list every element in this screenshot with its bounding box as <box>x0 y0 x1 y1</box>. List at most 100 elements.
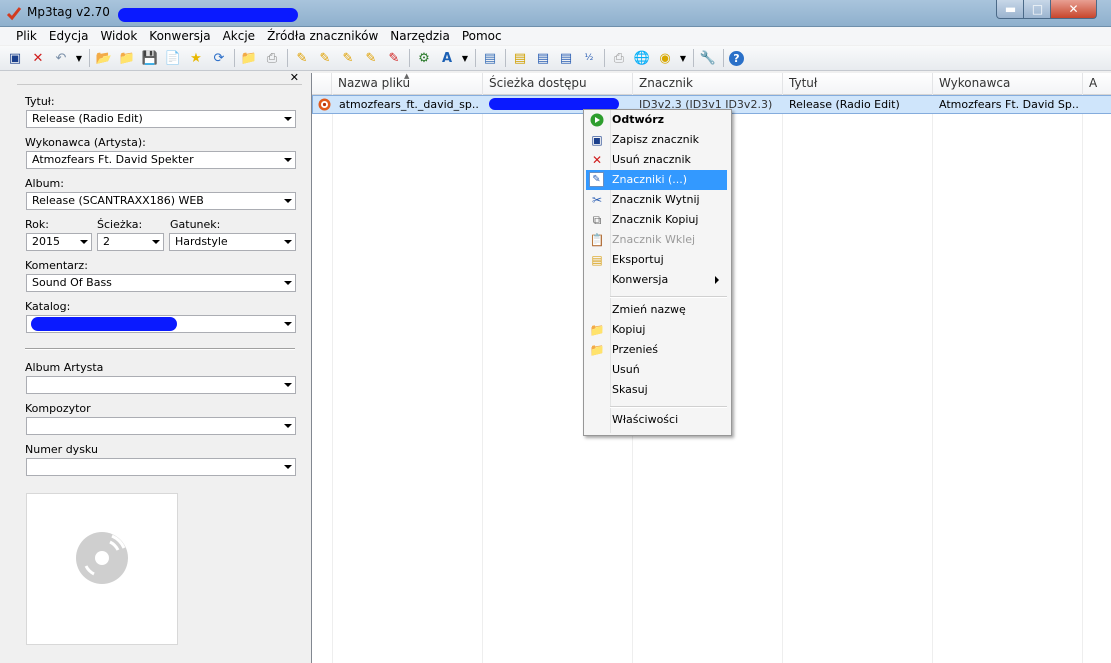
filelist2-icon[interactable]: ▤ <box>557 49 575 67</box>
filelist-icon[interactable]: ▤ <box>534 49 552 67</box>
menu-item-cancel[interactable]: Skasuj <box>586 380 727 400</box>
dropdown-arrow-icon[interactable]: ▼ <box>461 49 469 67</box>
print-icon[interactable]: ⎙ <box>263 49 281 67</box>
disc-number-field[interactable] <box>26 458 296 476</box>
comment-field[interactable]: Sound Of Bass <box>26 274 296 292</box>
genre-value: Hardstyle <box>175 235 228 248</box>
menu-item-play[interactable]: Odtwórz <box>586 110 727 130</box>
menu-file[interactable]: Plik <box>0 29 43 43</box>
dropdown-arrow-icon[interactable]: ▼ <box>75 49 83 67</box>
export-file-icon[interactable]: ▤ <box>511 49 529 67</box>
close-icon[interactable]: ✕ <box>290 71 299 84</box>
menu-edit[interactable]: Edycja <box>43 29 95 43</box>
menu-item-move[interactable]: 📁 Przenieś <box>586 340 727 360</box>
menu-item-convert[interactable]: Konwersja <box>586 270 727 290</box>
chevron-down-icon[interactable] <box>284 322 292 326</box>
close-button[interactable]: ✕ <box>1050 0 1097 19</box>
chevron-down-icon[interactable] <box>284 240 292 244</box>
column-artist[interactable]: Wykonawca <box>933 73 1083 94</box>
menu-item-label: Znacznik Kopiuj <box>612 213 699 226</box>
grid-line <box>332 94 333 663</box>
menu-actions[interactable]: Akcje <box>217 29 261 43</box>
dropdown-arrow-icon[interactable]: ▼ <box>679 49 687 67</box>
chevron-down-icon[interactable] <box>284 465 292 469</box>
extended-tags-icon[interactable]: ▤ <box>481 49 499 67</box>
column-filename[interactable] <box>312 73 332 94</box>
artist-field[interactable]: Atmozfears Ft. David Spekter <box>26 151 296 169</box>
column-title[interactable]: Tytuł <box>783 73 933 94</box>
tag-filename-icon[interactable]: ✎ <box>293 49 311 67</box>
menu-item-remove-tag[interactable]: ✕ Usuń znacznik <box>586 150 727 170</box>
save-icon[interactable]: ▣ <box>6 49 24 67</box>
menu-item-properties[interactable]: Właściwości <box>586 410 727 430</box>
menu-help[interactable]: Pomoc <box>456 29 508 43</box>
options-wrench-icon[interactable]: 🔧 <box>699 49 717 67</box>
year-field[interactable]: 2015 <box>26 233 92 251</box>
menu-view[interactable]: Widok <box>94 29 143 43</box>
favorite-icon[interactable]: ★ <box>187 49 205 67</box>
menu-item-copy-tag[interactable]: ⧉ Znacznik Kopiuj <box>586 210 727 230</box>
chevron-down-icon[interactable] <box>284 158 292 162</box>
menu-item-delete[interactable]: Usuń <box>586 360 727 380</box>
case-conversion-icon[interactable]: A <box>438 49 456 67</box>
add-directory-icon[interactable]: 📁 <box>118 49 136 67</box>
menu-item-copy[interactable]: 📁 Kopiuj <box>586 320 727 340</box>
album-field[interactable]: Release (SCANTRAXX186) WEB <box>26 192 296 210</box>
toolbar-separator <box>234 49 235 67</box>
chevron-down-icon[interactable] <box>284 281 292 285</box>
filename-tag-icon[interactable]: ✎ <box>316 49 334 67</box>
year-value: 2015 <box>32 235 60 248</box>
redacted-title-text <box>118 8 298 22</box>
chevron-down-icon[interactable] <box>80 240 88 244</box>
menu-tag-sources[interactable]: Źródła znaczników <box>261 29 384 43</box>
copy-folder-icon[interactable]: 📁 <box>240 49 258 67</box>
playlist-icon[interactable]: 📄 <box>164 49 182 67</box>
menu-item-rename[interactable]: Zmień nazwę <box>586 300 727 320</box>
menu-item-export[interactable]: ▤ Eksportuj <box>586 250 727 270</box>
menu-item-label: Zmień nazwę <box>612 303 686 316</box>
menu-item-label: Kopiuj <box>612 323 646 336</box>
maximize-button[interactable]: □ <box>1023 0 1052 19</box>
text-file-tag-icon[interactable]: ✎ <box>362 49 380 67</box>
actions-icon[interactable]: ⚙ <box>415 49 433 67</box>
chevron-down-icon[interactable] <box>284 117 292 121</box>
menu-item-cut-tag[interactable]: ✂ Znacznik Wytnij <box>586 190 727 210</box>
filename-filename-icon[interactable]: ✎ <box>339 49 357 67</box>
track-field[interactable]: 2 <box>97 233 164 251</box>
help-icon[interactable]: ? <box>729 50 744 66</box>
chevron-down-icon[interactable] <box>152 240 160 244</box>
redacted-catalog-value <box>31 317 177 331</box>
minimize-button[interactable]: ▬ <box>996 0 1025 19</box>
change-directory-icon[interactable]: 📂 <box>95 49 113 67</box>
title-label: Tytuł: <box>25 95 55 108</box>
row-filename: atmozfears_ft._david_sp... <box>339 98 479 111</box>
pane-splitter[interactable] <box>302 73 311 663</box>
column-tag[interactable]: Znacznik <box>633 73 783 94</box>
number-icon[interactable]: ½ <box>580 49 598 67</box>
toolbar-separator <box>287 49 288 67</box>
tag-tag-icon[interactable]: ✎ <box>385 49 403 67</box>
web-source-icon[interactable]: 🌐 <box>633 49 651 67</box>
column-path[interactable]: Ścieżka dostępu <box>483 73 633 94</box>
toolbar: ▣ ✕ ↶ ▼ 📂 📁 💾 📄 ★ ⟳ 📁 ⎙ ✎ ✎ ✎ ✎ ✎ ⚙ A ▼ … <box>0 46 1111 71</box>
remove-tag-icon[interactable]: ✕ <box>29 49 47 67</box>
menu-tools[interactable]: Narzędzia <box>384 29 456 43</box>
chevron-down-icon[interactable] <box>284 199 292 203</box>
freedb-icon[interactable]: ◉ <box>656 49 674 67</box>
toolbar-separator <box>475 49 476 67</box>
export-icon[interactable]: 💾 <box>141 49 159 67</box>
menu-item-save-tag[interactable]: ▣ Zapisz znacznik <box>586 130 727 150</box>
composer-field[interactable] <box>26 417 296 435</box>
column-album[interactable]: A <box>1083 73 1111 94</box>
title-field[interactable]: Release (Radio Edit) <box>26 110 296 128</box>
cover-art-area[interactable] <box>26 493 178 645</box>
menu-convert[interactable]: Konwersja <box>143 29 216 43</box>
undo-icon[interactable]: ↶ <box>52 49 70 67</box>
refresh-icon[interactable]: ⟳ <box>210 49 228 67</box>
menu-item-tags[interactable]: ✎ Znaczniki (...) <box>586 170 727 190</box>
album-artist-field[interactable] <box>26 376 296 394</box>
chevron-down-icon[interactable] <box>284 424 292 428</box>
print-list-icon[interactable]: ⎙ <box>610 49 628 67</box>
chevron-down-icon[interactable] <box>284 383 292 387</box>
genre-field[interactable]: Hardstyle <box>169 233 296 251</box>
